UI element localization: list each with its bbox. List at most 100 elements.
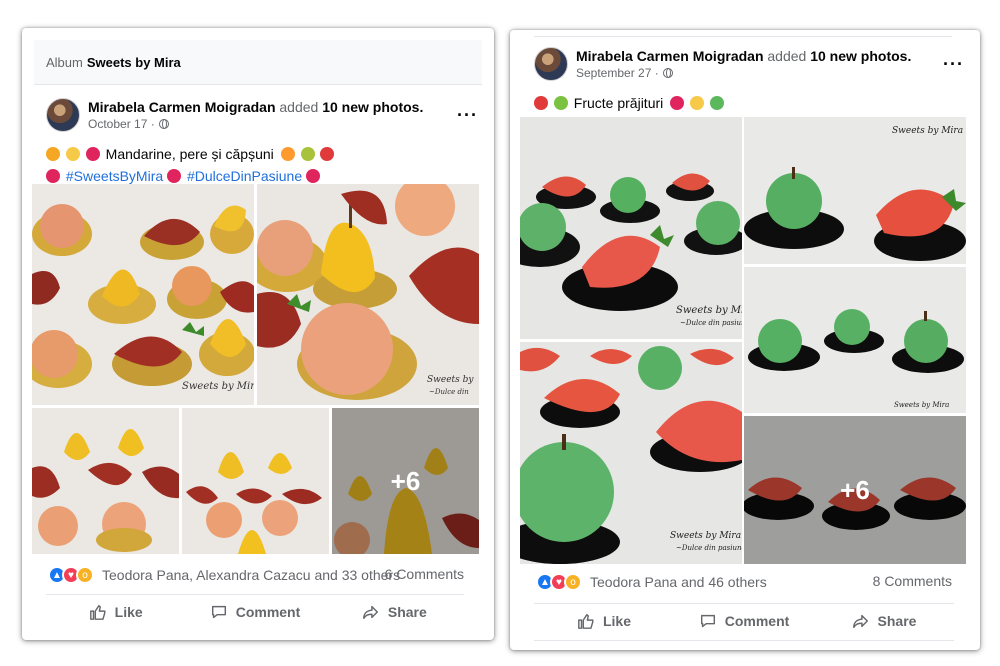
yellow-heart-icon: [65, 147, 80, 161]
photo-4[interactable]: [182, 408, 329, 554]
author-name-link[interactable]: Mirabela Carmen Moigradan: [88, 99, 276, 115]
watermark-text: Sweets by Mira: [676, 305, 742, 316]
strawberry-icon: [320, 147, 335, 161]
hashtag-link-2[interactable]: #DulceDinPasiune: [187, 168, 302, 184]
post-date-link[interactable]: October 17 ·: [88, 117, 155, 131]
photo-count-link[interactable]: 10 new photos.: [322, 99, 423, 115]
post-text-line-1: Mandarine, pere și căpșuni: [46, 143, 480, 165]
album-header: Album Sweets by Mira: [34, 40, 482, 85]
red-heart-icon: [167, 169, 182, 183]
photo-4[interactable]: Sweets by Mira ~Dulce din pasiune: [520, 342, 742, 564]
comment-label: Comment: [235, 603, 301, 620]
action-bar: Like Comment Share: [534, 603, 954, 637]
photo-3[interactable]: [32, 408, 179, 554]
author-line: Mirabela Carmen Moigradan added 10 new p…: [88, 99, 423, 115]
like-button[interactable]: Like: [534, 604, 674, 637]
photo-grid: Sweets by Mira ~Dulce din pasiune Sweets…: [520, 117, 966, 564]
comments-count-link[interactable]: 6 Comments: [385, 566, 464, 582]
post-header: Mirabela Carmen Moigradan added 10 new p…: [22, 91, 494, 139]
like-label: Like: [602, 612, 631, 629]
more-photos-count: +6: [744, 416, 966, 564]
red-heart-icon: [46, 169, 60, 183]
green-heart-icon: [709, 96, 724, 110]
comment-button[interactable]: Comment: [674, 604, 814, 637]
comment-label: Comment: [724, 612, 790, 629]
photo-1-image: Sweets by Mira: [32, 184, 254, 405]
photo-count-link[interactable]: 10 new photos.: [810, 48, 911, 64]
photo-5-more[interactable]: +6: [744, 416, 966, 564]
like-button[interactable]: Like: [46, 595, 185, 628]
svg-text:Sweets by Mira: Sweets by Mira: [892, 126, 963, 136]
action-text: added: [279, 99, 319, 115]
thumbs-up-icon: [578, 613, 594, 629]
photo-2-image: Sweets by ~Dulce din: [257, 184, 479, 405]
post-card-right: Mirabela Carmen Moigradan added 10 new p…: [510, 30, 980, 650]
svg-text:Sweets by Mira: Sweets by Mira: [894, 401, 949, 409]
post-text: Mandarine, pere și căpșuni #SweetsByMira…: [22, 143, 494, 187]
watermark-text: Sweets by Mira: [182, 381, 254, 392]
more-options-icon[interactable]: ···: [943, 54, 964, 75]
globe-icon: [662, 68, 673, 78]
reactions-summary[interactable]: ▲ ♥ o Teodora Pana and 46 others: [536, 573, 767, 591]
avatar[interactable]: [534, 47, 568, 81]
red-heart-icon: [85, 147, 100, 161]
reactions-summary[interactable]: ▲ ♥ o Teodora Pana, Alexandra Cazacu and…: [48, 566, 400, 584]
bottom-divider: [534, 640, 954, 641]
photo-5-more[interactable]: +6: [332, 408, 479, 554]
thumbs-up-icon: [89, 604, 106, 620]
share-icon: [362, 605, 378, 619]
svg-text:~Dulce din: ~Dulce din: [429, 388, 469, 396]
like-label: Like: [114, 603, 143, 620]
svg-text:~Dulce din pasiune: ~Dulce din pasiune: [676, 544, 742, 552]
more-photos-count: +6: [332, 408, 479, 554]
post-meta: September 27 ·: [576, 66, 911, 80]
photo-3[interactable]: Sweets by Mira: [744, 267, 966, 413]
share-button[interactable]: Share: [325, 595, 464, 628]
album-prefix: Album: [46, 54, 83, 70]
photo-2[interactable]: Sweets by ~Dulce din: [257, 184, 479, 405]
author-name-link[interactable]: Mirabela Carmen Moigradan: [576, 48, 764, 64]
share-icon: [852, 614, 868, 628]
red-heart-icon: [670, 96, 685, 110]
photo-1[interactable]: Sweets by Mira ~Dulce din pasiune: [520, 117, 742, 339]
photo-2[interactable]: Sweets by Mira: [744, 117, 966, 264]
post-caption: Fructe prăjituri: [573, 95, 664, 111]
post-header: Mirabela Carmen Moigradan added 10 new p…: [510, 40, 980, 88]
red-heart-icon: [306, 169, 321, 183]
wow-reaction-icon: o: [564, 573, 582, 591]
svg-text:Sweets by Mira: Sweets by Mira: [670, 531, 741, 541]
share-label: Share: [387, 603, 427, 620]
photo-1[interactable]: Sweets by Mira: [32, 184, 254, 405]
photo-grid: Sweets by Mira Sweets by ~Dulce din +6: [32, 184, 479, 554]
globe-icon: [158, 119, 169, 129]
wow-reaction-icon: o: [76, 566, 94, 584]
author-line: Mirabela Carmen Moigradan added 10 new p…: [576, 48, 911, 64]
album-name-link[interactable]: Sweets by Mira: [87, 55, 181, 70]
photo-3-image: [32, 408, 179, 554]
action-bar: Like Comment Share: [46, 594, 464, 628]
photo-4-image: Sweets by Mira ~Dulce din pasiune: [520, 342, 742, 564]
post-meta: October 17 ·: [88, 117, 423, 131]
hashtag-link-1[interactable]: #SweetsByMira: [66, 168, 163, 184]
comment-button[interactable]: Comment: [185, 595, 324, 628]
more-options-icon[interactable]: ···: [457, 105, 478, 126]
action-text: added: [767, 48, 807, 64]
photo-4-image: [182, 408, 329, 554]
post-card-left: Album Sweets by Mira Mirabela Carmen Moi…: [22, 28, 494, 640]
share-button[interactable]: Share: [814, 604, 954, 637]
post-caption: Mandarine, pere și căpșuni: [105, 146, 274, 162]
share-label: Share: [877, 612, 917, 629]
post-text: Fructe prăjituri: [510, 92, 980, 114]
reactions-text: Teodora Pana, Alexandra Cazacu and 33 ot…: [102, 567, 401, 583]
svg-text:Sweets by: Sweets by: [427, 375, 474, 385]
tangerine-icon: [280, 147, 295, 161]
yellow-heart-icon: [690, 96, 705, 110]
post-date-link[interactable]: September 27 ·: [576, 66, 659, 80]
avatar[interactable]: [46, 98, 80, 132]
orange-heart-icon: [46, 147, 60, 161]
svg-text:~Dulce din pasiune: ~Dulce din pasiune: [680, 319, 742, 327]
reactions-text: Teodora Pana and 46 others: [590, 574, 767, 590]
pear-icon: [300, 147, 315, 161]
comments-count-link[interactable]: 8 Comments: [873, 573, 952, 589]
strawberry-icon: [534, 96, 548, 110]
